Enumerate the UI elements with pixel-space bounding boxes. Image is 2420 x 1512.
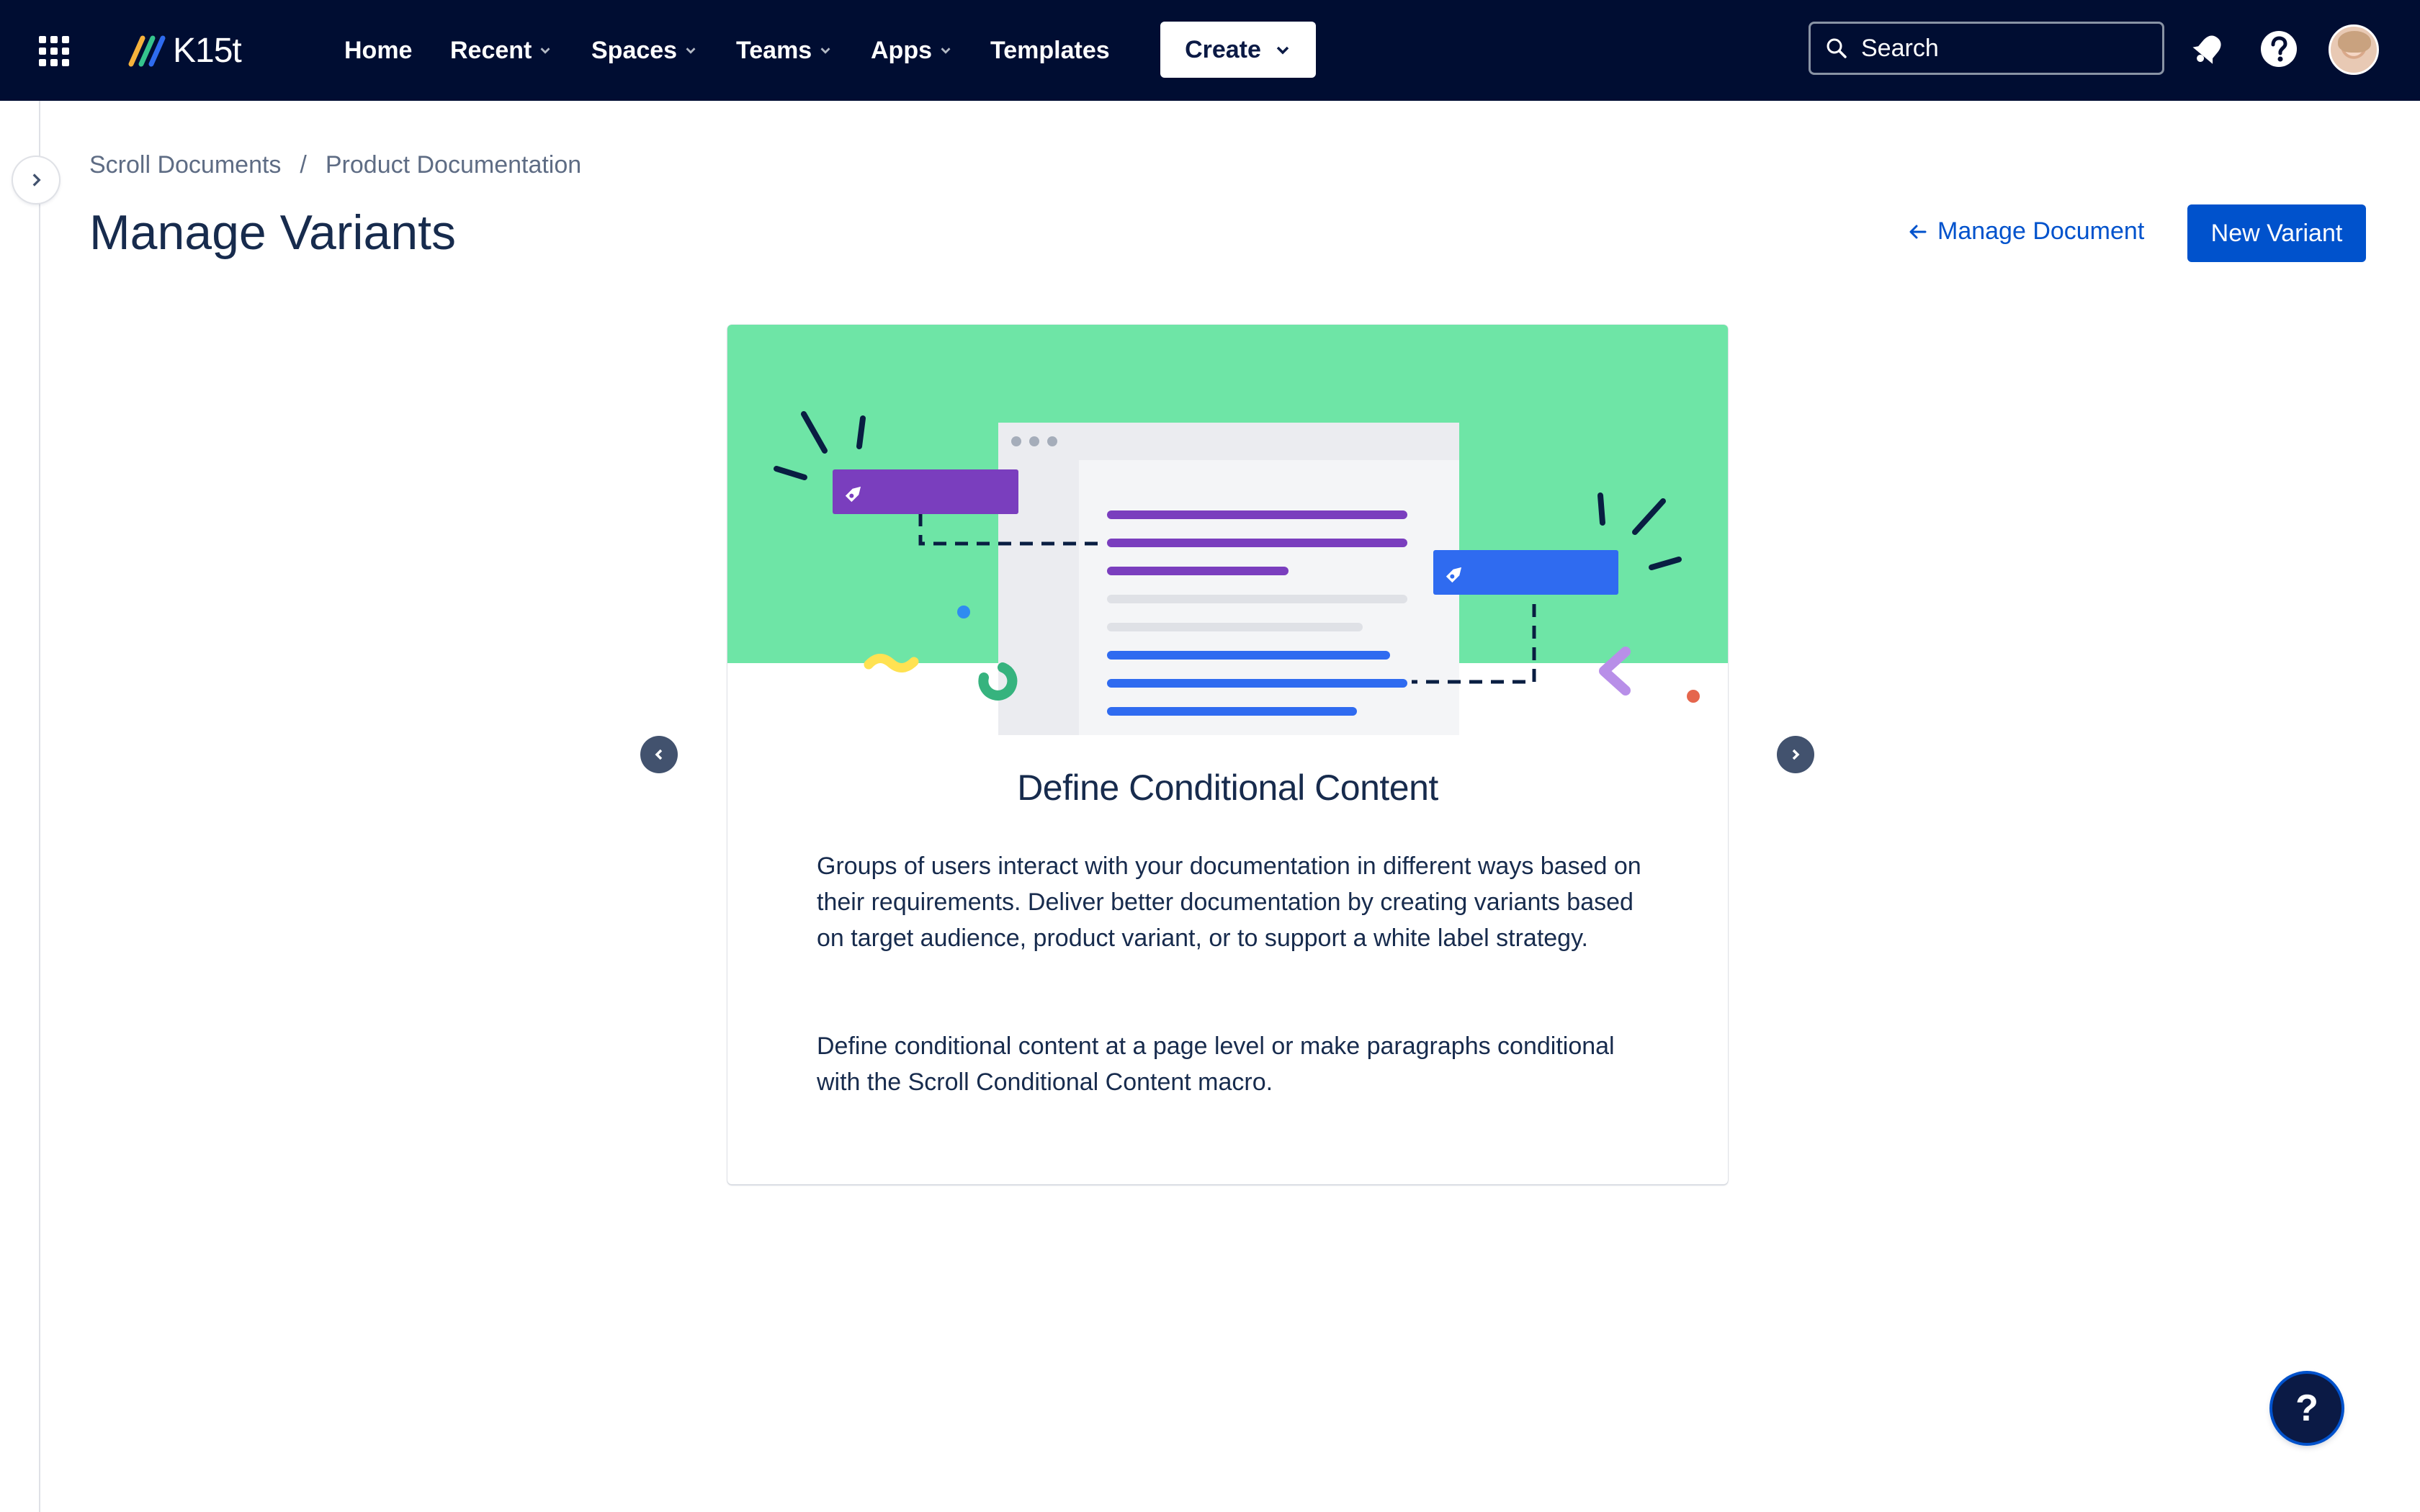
chevron-down-icon: [820, 48, 830, 54]
nav-recent-label: Recent: [450, 36, 532, 64]
top-navigation: K15t Home Recent Spaces Teams Apps Templ…: [0, 0, 2420, 101]
chevron-right-icon: [1792, 749, 1800, 760]
nav-teams[interactable]: Teams: [736, 33, 833, 68]
breadcrumb: Scroll Documents / Product Documentation: [89, 151, 581, 179]
logo-text: K15t: [173, 31, 242, 70]
breadcrumb-product-documentation[interactable]: Product Documentation: [326, 151, 581, 179]
conditional-content-illustration: [727, 325, 1728, 735]
breadcrumb-scroll-documents[interactable]: Scroll Documents: [89, 151, 281, 179]
user-avatar[interactable]: [2329, 24, 2379, 75]
search-field[interactable]: [1809, 22, 2164, 75]
help-button[interactable]: ?: [2272, 1374, 2341, 1443]
create-button[interactable]: Create: [1160, 22, 1316, 78]
nav-recent[interactable]: Recent: [450, 33, 553, 68]
new-variant-button[interactable]: New Variant: [2187, 204, 2366, 262]
app-switcher-icon[interactable]: [39, 36, 69, 66]
search-input[interactable]: [1861, 34, 2135, 63]
nav-templates[interactable]: Templates: [990, 33, 1110, 68]
nav-home[interactable]: Home: [344, 33, 412, 68]
nav-apps-label: Apps: [871, 36, 932, 64]
arrow-left-icon: [1909, 225, 1927, 238]
chevron-down-icon: [540, 48, 550, 54]
chevron-right-icon: [32, 174, 41, 186]
breadcrumb-separator: /: [300, 151, 307, 179]
help-icon[interactable]: [2257, 27, 2300, 71]
chevron-left-icon: [655, 749, 663, 760]
search-icon: [1827, 38, 1847, 58]
card-paragraph-1: Groups of users interact with your docum…: [817, 852, 1641, 952]
carousel-next-button[interactable]: [1777, 736, 1814, 773]
chevron-down-icon: [941, 48, 951, 54]
nav-spaces[interactable]: Spaces: [591, 33, 699, 68]
expand-sidebar-button[interactable]: [13, 157, 59, 203]
nav-templates-label: Templates: [990, 36, 1110, 64]
card-heading: Define Conditional Content: [1017, 768, 1438, 808]
chevron-down-icon: [1276, 46, 1289, 55]
manage-document-label: Manage Document: [1937, 217, 2145, 245]
help-button-label: ?: [2295, 1387, 2318, 1429]
card-paragraph-2: Define conditional content at a page lev…: [817, 1032, 1615, 1096]
k15t-logo[interactable]: K15t: [128, 30, 242, 71]
nav-home-label: Home: [344, 36, 413, 64]
k15t-logo-mark-icon: [128, 35, 166, 67]
nav-apps[interactable]: Apps: [871, 33, 954, 68]
manage-document-link[interactable]: Manage Document: [1907, 217, 2144, 246]
page-title: Manage Variants: [89, 205, 457, 260]
carousel-previous-button[interactable]: [640, 736, 678, 773]
chevron-down-icon: [686, 48, 696, 54]
create-button-label: Create: [1185, 35, 1261, 63]
nav-teams-label: Teams: [736, 36, 812, 64]
new-variant-label: New Variant: [2210, 219, 2343, 247]
sidebar-rail: [0, 101, 40, 1512]
nav-spaces-label: Spaces: [591, 36, 678, 64]
notification-bell-icon[interactable]: [2187, 27, 2230, 71]
